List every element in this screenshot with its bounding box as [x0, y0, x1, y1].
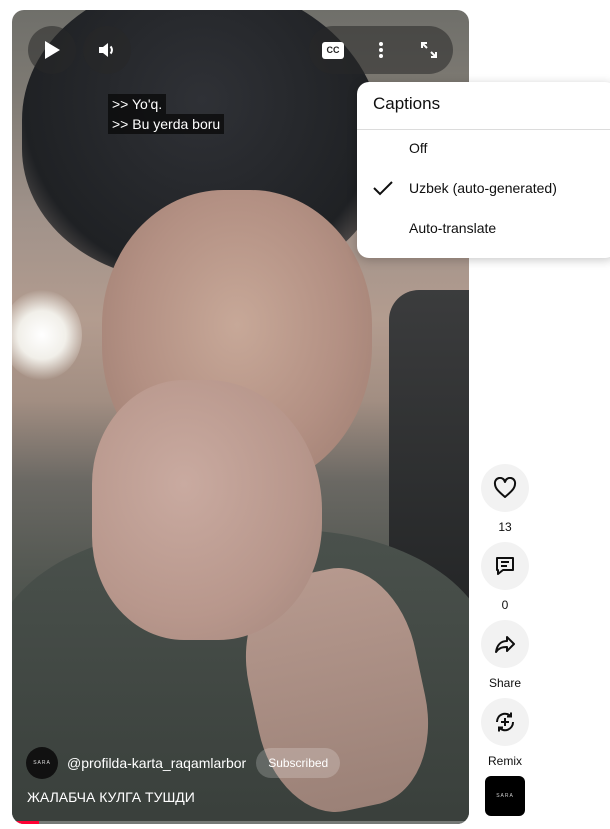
play-icon [45, 41, 60, 59]
caption-line: >> Yo'q. [108, 94, 167, 114]
caption-overlay: >> Yo'q. >> Bu yerda boru [108, 94, 225, 134]
channel-row: SARA @profilda-karta_raqamlarbor Subscri… [26, 747, 341, 779]
comment-action: 0 [480, 542, 530, 612]
comment-button[interactable] [481, 542, 529, 590]
menu-item-label: Uzbek (auto-generated) [409, 180, 557, 196]
subscribed-button[interactable]: Subscribed [256, 748, 341, 778]
share-action: Share [480, 620, 530, 690]
captions-menu: Captions Off Uzbek (auto-generated) Auto… [357, 82, 610, 258]
check-icon [373, 181, 393, 196]
menu-item-label: Off [409, 140, 428, 156]
comment-icon [496, 557, 514, 575]
like-count: 13 [498, 520, 512, 534]
remix-label: Remix [487, 754, 522, 768]
play-button[interactable] [28, 26, 76, 74]
player-controls-pill: CC [309, 26, 453, 74]
captions-button[interactable]: CC [321, 38, 345, 62]
captions-menu-title: Captions [373, 94, 441, 113]
remix-action: Remix [480, 698, 530, 768]
sound-thumbnail[interactable]: SARA [485, 776, 525, 816]
like-action: 13 [480, 464, 530, 534]
video-title: ЖАЛАБЧА КУЛГА ТУШДИ [27, 789, 195, 805]
heart-icon [493, 477, 517, 498]
remix-icon [495, 712, 515, 732]
channel-avatar[interactable]: SARA [26, 747, 58, 779]
share-button[interactable] [481, 620, 529, 668]
like-button[interactable] [481, 464, 529, 512]
more-vert-icon [379, 42, 383, 58]
more-options-button[interactable] [369, 38, 393, 62]
closed-captions-icon: CC [322, 41, 344, 59]
progress-bar-fill [12, 821, 40, 824]
share-label: Share [488, 676, 522, 690]
channel-handle[interactable]: @profilda-karta_raqamlarbor [67, 755, 246, 771]
comment-count: 0 [501, 598, 509, 612]
progress-bar[interactable] [12, 821, 469, 824]
menu-item-label: Auto-translate [409, 220, 497, 236]
fullscreen-icon [421, 42, 437, 58]
caption-line: >> Bu yerda boru [108, 114, 225, 134]
captions-option-off[interactable]: Off [357, 128, 610, 168]
captions-option-auto-translate[interactable]: Auto-translate [357, 208, 610, 248]
volume-icon [99, 43, 113, 57]
fullscreen-button[interactable] [417, 38, 441, 62]
remix-button[interactable] [481, 698, 529, 746]
volume-button[interactable] [83, 26, 131, 74]
captions-option-uzbek[interactable]: Uzbek (auto-generated) [357, 168, 610, 208]
share-icon [495, 636, 515, 653]
